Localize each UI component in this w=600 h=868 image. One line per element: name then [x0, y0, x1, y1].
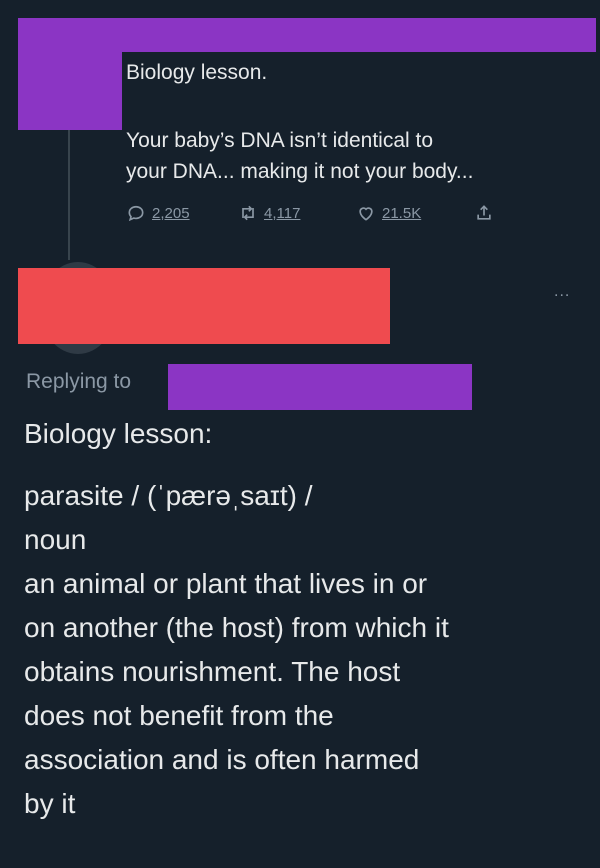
- like-icon: [356, 203, 376, 223]
- thread-line: [68, 130, 70, 260]
- tweet2-line: association and is often harmed: [24, 744, 420, 775]
- more-icon[interactable]: ...: [554, 283, 570, 301]
- reply-button[interactable]: 2,205: [126, 203, 190, 223]
- redacted-username-reply: [18, 268, 390, 344]
- like-button[interactable]: 21.5K: [356, 203, 421, 223]
- redacted-replying-to-handle: [168, 364, 472, 410]
- share-icon: [474, 203, 494, 223]
- tweet1-body-line2: your DNA... making it not your body...: [126, 160, 474, 183]
- reply-count: 2,205: [152, 204, 190, 222]
- retweet-count: 4,117: [264, 204, 301, 222]
- tweet1-action-bar: 2,205 4,117 21.5K: [126, 203, 546, 225]
- retweet-button[interactable]: 4,117: [238, 203, 300, 223]
- tweet2-line: parasite / (ˈpærəˌsaɪt) /: [24, 480, 313, 511]
- tweet2-line: does not benefit from the: [24, 700, 334, 731]
- retweet-icon: [238, 203, 258, 223]
- like-count: 21.5K: [382, 204, 422, 222]
- tweet2-line: obtains nourishment. The host: [24, 656, 401, 687]
- tweet1-title: Biology lesson.: [126, 61, 268, 84]
- tweet2-heading: Biology lesson:: [24, 418, 213, 449]
- tweet1-body: Your baby’s DNA isn’t identical to your …: [126, 125, 586, 187]
- tweet2-body: parasite / (ˈpærəˌsaɪt) / noun an animal…: [24, 474, 594, 826]
- reply-icon: [126, 203, 146, 223]
- share-button[interactable]: [474, 203, 494, 223]
- redacted-avatar-top: [18, 30, 122, 130]
- tweet2-line: by it: [24, 788, 76, 819]
- replying-to-label: Replying to: [26, 370, 132, 393]
- tweet2-line: an animal or plant that lives in or: [24, 568, 428, 599]
- tweet1-body-line1: Your baby’s DNA isn’t identical to: [126, 129, 434, 152]
- tweet2-line: on another (the host) from which it: [24, 612, 449, 643]
- tweet2-line: noun: [24, 524, 87, 555]
